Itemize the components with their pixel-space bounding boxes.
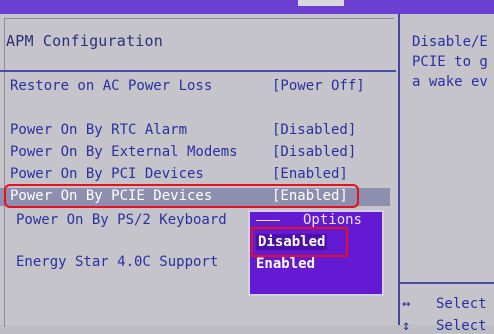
arrow-up-down-icon: ↕: [402, 318, 411, 334]
help-line: Disable/E: [412, 34, 488, 50]
arrow-left-right-icon: ↔: [402, 296, 411, 312]
setting-label: Power On By PCI Devices: [10, 166, 204, 182]
key-hint-label: Select: [436, 318, 487, 334]
option-enabled[interactable]: Enabled: [256, 256, 315, 272]
help-panel: Disable/E PCIE to g a wake ev ↔ Select ↕ S…: [400, 14, 494, 334]
setting-label: Power On By PS/2 Keyboard: [16, 212, 227, 228]
setting-value[interactable]: [Power Off]: [272, 78, 365, 94]
setting-power-on-rtc-alarm[interactable]: Power On By RTC Alarm [Disabled]: [0, 122, 390, 140]
help-divider: [400, 282, 494, 284]
setting-power-on-pci-devices[interactable]: Power On By PCI Devices [Enabled]: [0, 166, 390, 184]
setting-restore-ac-power-loss[interactable]: Restore on AC Power Loss [Power Off]: [0, 78, 390, 96]
setting-label: Restore on AC Power Loss: [10, 78, 213, 94]
setting-label: Power On By External Modems: [10, 144, 238, 160]
setting-value[interactable]: [Enabled]: [272, 166, 348, 182]
help-text: Disable/E PCIE to g a wake ev: [412, 32, 488, 92]
active-menu-tab[interactable]: [298, 0, 344, 6]
setting-label: Energy Star 4.0C Support: [16, 254, 219, 270]
title-divider: [0, 70, 396, 72]
setting-value[interactable]: [Disabled]: [272, 144, 356, 160]
key-hint-left-right: ↔ Select: [402, 296, 487, 312]
setting-value[interactable]: [Disabled]: [272, 122, 356, 138]
top-menu-bar: [0, 0, 494, 14]
key-hint-up-down: ↕ Select: [402, 318, 487, 334]
popup-title: Options: [302, 212, 362, 228]
highlight-box-selected-row: [4, 184, 359, 208]
setting-label: Power On By RTC Alarm: [10, 122, 188, 138]
key-hint-label: Select: [436, 296, 487, 312]
help-line: PCIE to g: [412, 54, 488, 70]
setting-power-on-external-modems[interactable]: Power On By External Modems [Disabled]: [0, 144, 390, 162]
section-title: APM Configuration: [6, 32, 163, 50]
highlight-box-selected-option: [251, 227, 348, 257]
help-line: a wake ev: [412, 74, 488, 90]
